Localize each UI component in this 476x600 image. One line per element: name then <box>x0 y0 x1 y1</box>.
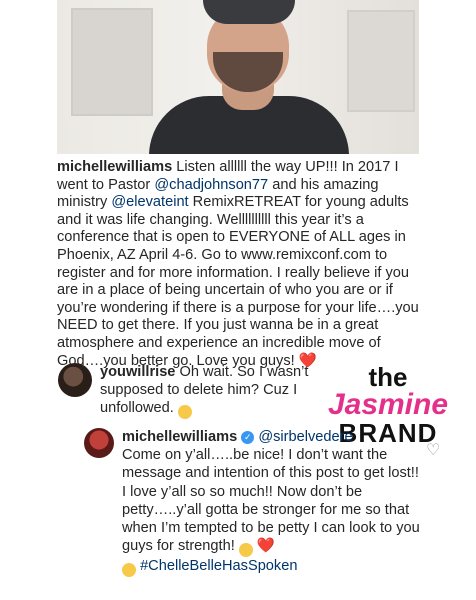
laughing-emoji-icon: 🤣 <box>122 563 136 578</box>
comment-username[interactable]: youwillrise <box>100 364 175 380</box>
caption-username[interactable]: michellewilliams <box>57 159 172 175</box>
comment-hashtag[interactable]: #ChelleBelleHasSpoken <box>140 558 297 574</box>
watermark-line: Jasmine <box>327 388 449 421</box>
caption-text: RemixRETREAT for young adults and it was… <box>57 194 419 369</box>
verified-badge-icon: ✓ <box>241 431 255 444</box>
post-caption: michellewilliams Listen allllll the way … <box>57 159 419 370</box>
hush-emoji-icon: 🤫 <box>177 405 192 419</box>
heart-emoji: ❤️ <box>256 538 276 555</box>
like-icon[interactable]: ♡ <box>426 440 440 460</box>
wall-frame <box>347 10 415 112</box>
avatar[interactable] <box>84 428 114 458</box>
caption-mention[interactable]: @elevateint <box>111 194 188 210</box>
comment-text: youwillrise Oh wait. So I wasn’t suppose… <box>100 363 340 419</box>
watermark-line: the <box>368 362 408 392</box>
caption-mention[interactable]: @chadjohnson77 <box>154 177 268 193</box>
post-image[interactable] <box>57 0 419 154</box>
wall-frame <box>71 8 153 116</box>
comment-text: michellewilliams ✓ @sirbelvedere Come on… <box>122 428 422 578</box>
comment-mention[interactable]: @sirbelvedere <box>258 429 352 445</box>
comment-username[interactable]: michellewilliams <box>122 429 237 445</box>
avatar[interactable] <box>58 363 92 397</box>
laughing-emoji-icon: 🤣 <box>238 543 253 558</box>
person-cap <box>203 0 295 24</box>
